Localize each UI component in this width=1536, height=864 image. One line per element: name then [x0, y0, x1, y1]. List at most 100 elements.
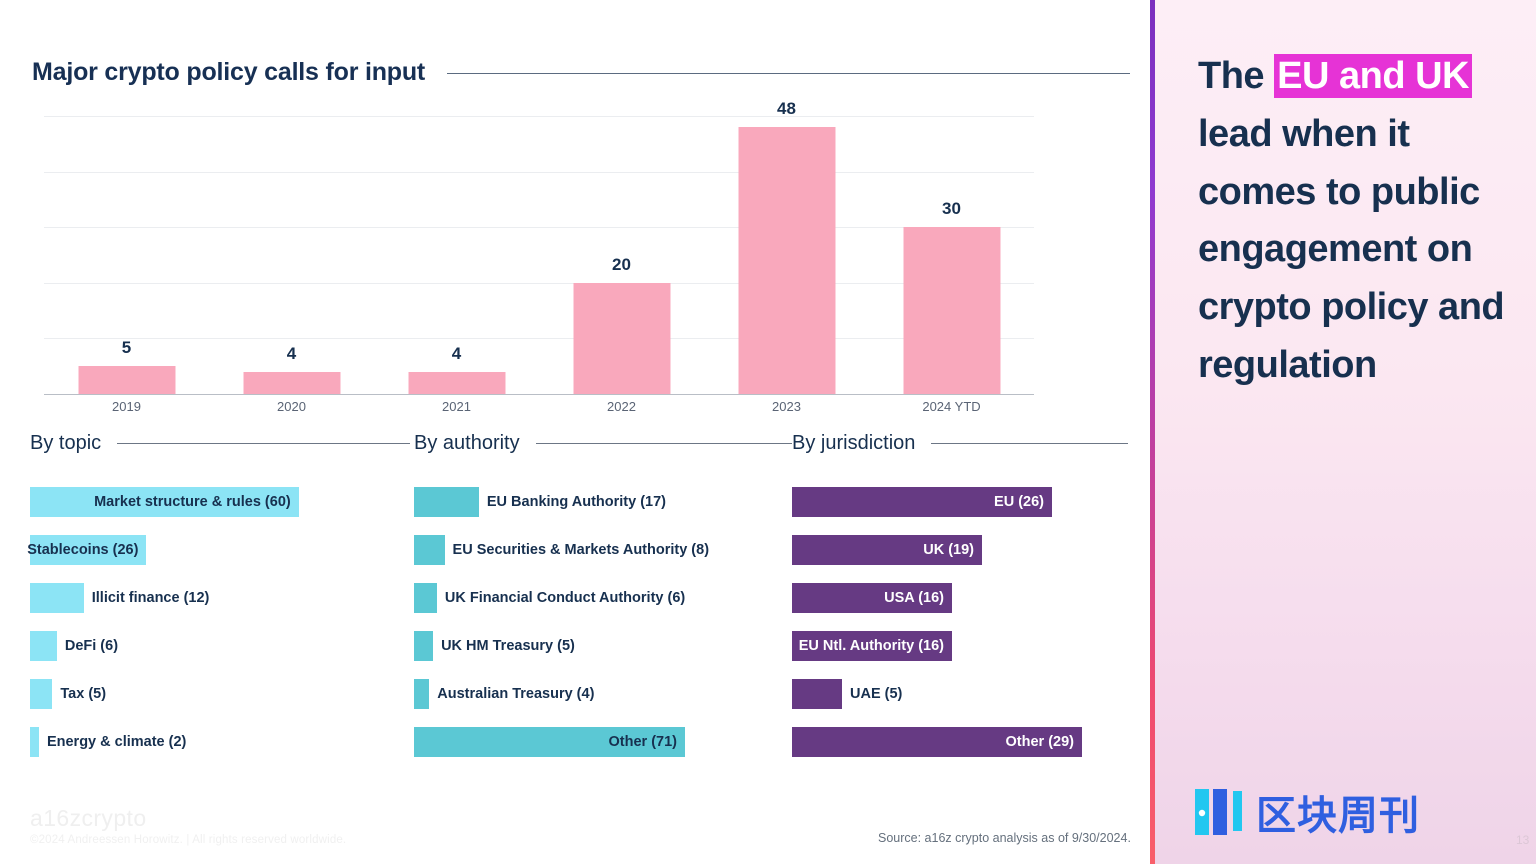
bar-rect [243, 371, 340, 394]
bar-item-row: Illicit finance (12) [30, 576, 410, 624]
x-axis-tick-label: 2023 [772, 399, 801, 414]
bar-item-row: EU Banking Authority (17) [414, 480, 792, 528]
authority-bar-list: EU Banking Authority (17) EU Securities &… [414, 480, 792, 768]
bar-item-label: DeFi (6) [64, 638, 119, 654]
bar-item-label: Energy & climate (2) [46, 734, 187, 750]
bar-value-label: 30 [942, 199, 961, 219]
bar-column: 4 2020 [209, 99, 374, 414]
slide-root: Major crypto policy calls for input 5 201… [0, 0, 1536, 864]
horizontal-bar [414, 631, 434, 661]
horizontal-bar [792, 679, 842, 709]
bar-column: 20 2022 [539, 99, 704, 414]
right-sidebar-pane: The EU and UK lead when it comes to publ… [1155, 0, 1536, 864]
bar-value-label: 48 [777, 99, 796, 119]
bar-item-row: EU Securities & Markets Authority (8) [414, 528, 792, 576]
x-axis-tick-label: 2019 [112, 399, 141, 414]
panel-header: By authority [414, 428, 792, 458]
bar-rect [903, 227, 1000, 394]
bar-item-label: UK Financial Conduct Authority (6) [444, 590, 686, 606]
chart-baseline-axis [44, 394, 1034, 395]
bar-item-row: UK HM Treasury (5) [414, 624, 792, 672]
bar-column: 4 2021 [374, 99, 539, 414]
panel-header: By topic [30, 428, 410, 458]
horizontal-bar [414, 679, 430, 709]
headline-text: The [1198, 55, 1275, 97]
logo-bracket-icon [1195, 789, 1242, 835]
bar-item-row: USA (16) [792, 576, 1128, 624]
bar-item-row: UK Financial Conduct Authority (6) [414, 576, 792, 624]
panel-title: By authority [414, 431, 520, 454]
copyright-text: ©2024 Andreessen Horowitz. | All rights … [30, 834, 347, 846]
bar-item-label: UK (19) [923, 542, 974, 558]
panel-title: By topic [30, 431, 102, 454]
bar-item-label: Market structure & rules (60) [94, 494, 291, 510]
page-number: 13 [1516, 833, 1530, 847]
panel-divider [535, 443, 792, 444]
horizontal-bar [30, 631, 57, 661]
bar-value-label: 5 [121, 338, 132, 358]
bar-item-label: Australian Treasury (4) [437, 686, 595, 702]
bar-item-label: Other (71) [608, 734, 678, 750]
blockchain-weekly-logo: 区块周刊 [1193, 783, 1420, 841]
bar-item-row: UK (19) [792, 528, 1128, 576]
bar-column: 5 2019 [44, 99, 209, 414]
horizontal-bar [414, 487, 479, 517]
slide-title-row: Major crypto policy calls for input [32, 54, 1130, 90]
topic-bar-list: Market structure & rules (60) Stablecoins… [27, 480, 410, 768]
left-content-pane: Major crypto policy calls for input 5 201… [0, 0, 1150, 864]
x-axis-tick-label: 2021 [442, 399, 471, 414]
bar-rect [573, 282, 670, 394]
yearly-bar-chart: 5 2019 4 2020 4 2021 20 2022 48 2023 30 2024 YTD [44, 99, 1034, 414]
panel-divider [931, 443, 1128, 444]
bar-item-label: UK HM Treasury (5) [441, 638, 575, 654]
bar-column: 48 2023 [704, 99, 869, 414]
bar-value-label: 4 [286, 343, 297, 363]
headline-highlight: EU and UK [1274, 54, 1472, 98]
horizontal-bar [414, 535, 445, 565]
jurisdiction-bar-list: EU (26) UK (19) USA (16) EU Ntl. Authority … [792, 480, 1128, 768]
x-axis-tick-label: 2022 [607, 399, 636, 414]
panel-header: By jurisdiction [792, 428, 1128, 458]
x-axis-tick-label: 2024 YTD [922, 399, 981, 414]
bar-item-label: Illicit finance (12) [91, 590, 210, 606]
horizontal-bar [30, 727, 39, 757]
bar-rect [738, 127, 835, 394]
logo-wordmark: 区块周刊 [1256, 793, 1420, 839]
bar-item-row: EU Ntl. Authority (16) [792, 624, 1128, 672]
horizontal-bar [414, 583, 437, 613]
horizontal-bar [30, 583, 84, 613]
panel-by-topic: By topic Market structure & rules (60) St… [27, 428, 410, 768]
bar-item-label: EU Ntl. Authority (16) [798, 638, 944, 654]
page-title: Major crypto policy calls for input [32, 57, 426, 86]
a16zcrypto-logo: a16zcrypto [30, 805, 147, 831]
bar-item-label: Other (29) [1005, 734, 1075, 750]
bar-item-row: EU (26) [792, 480, 1128, 528]
title-divider [447, 72, 1130, 74]
bar-item-row: Market structure & rules (60) [30, 480, 410, 528]
horizontal-bar [30, 679, 53, 709]
bar-item-row: Other (29) [792, 720, 1128, 768]
bar-item-label: Tax (5) [60, 686, 107, 702]
panel-by-jurisdiction: By jurisdiction EU (26) UK (19) USA (16) EU… [792, 428, 1128, 768]
bar-item-label: EU Banking Authority (17) [486, 494, 666, 510]
bar-rect [408, 371, 505, 394]
bar-item-label: UAE (5) [850, 686, 903, 702]
source-note: Source: a16z crypto analysis as of 9/30/… [878, 831, 1131, 845]
bar-item-row: Stablecoins (26) [27, 528, 410, 576]
panel-by-authority: By authority EU Banking Authority (17) EU… [414, 428, 792, 768]
panel-divider [117, 443, 410, 444]
bar-item-row: Australian Treasury (4) [414, 672, 792, 720]
bar-item-label: EU Securities & Markets Authority (8) [452, 542, 710, 558]
bar-item-row: DeFi (6) [30, 624, 410, 672]
bar-item-label: USA (16) [884, 590, 944, 606]
bar-item-row: Energy & climate (2) [30, 720, 410, 768]
bar-item-row: Tax (5) [30, 672, 410, 720]
bar-item-label: EU (26) [994, 494, 1044, 510]
bar-item-row: Other (71) [414, 720, 792, 768]
bar-value-label: 4 [451, 343, 462, 363]
bar-rect [78, 366, 175, 394]
bar-value-label: 20 [612, 254, 631, 274]
x-axis-tick-label: 2020 [277, 399, 306, 414]
bar-item-label: Stablecoins (26) [27, 542, 139, 558]
sidebar-headline: The EU and UK lead when it comes to publ… [1198, 48, 1508, 395]
